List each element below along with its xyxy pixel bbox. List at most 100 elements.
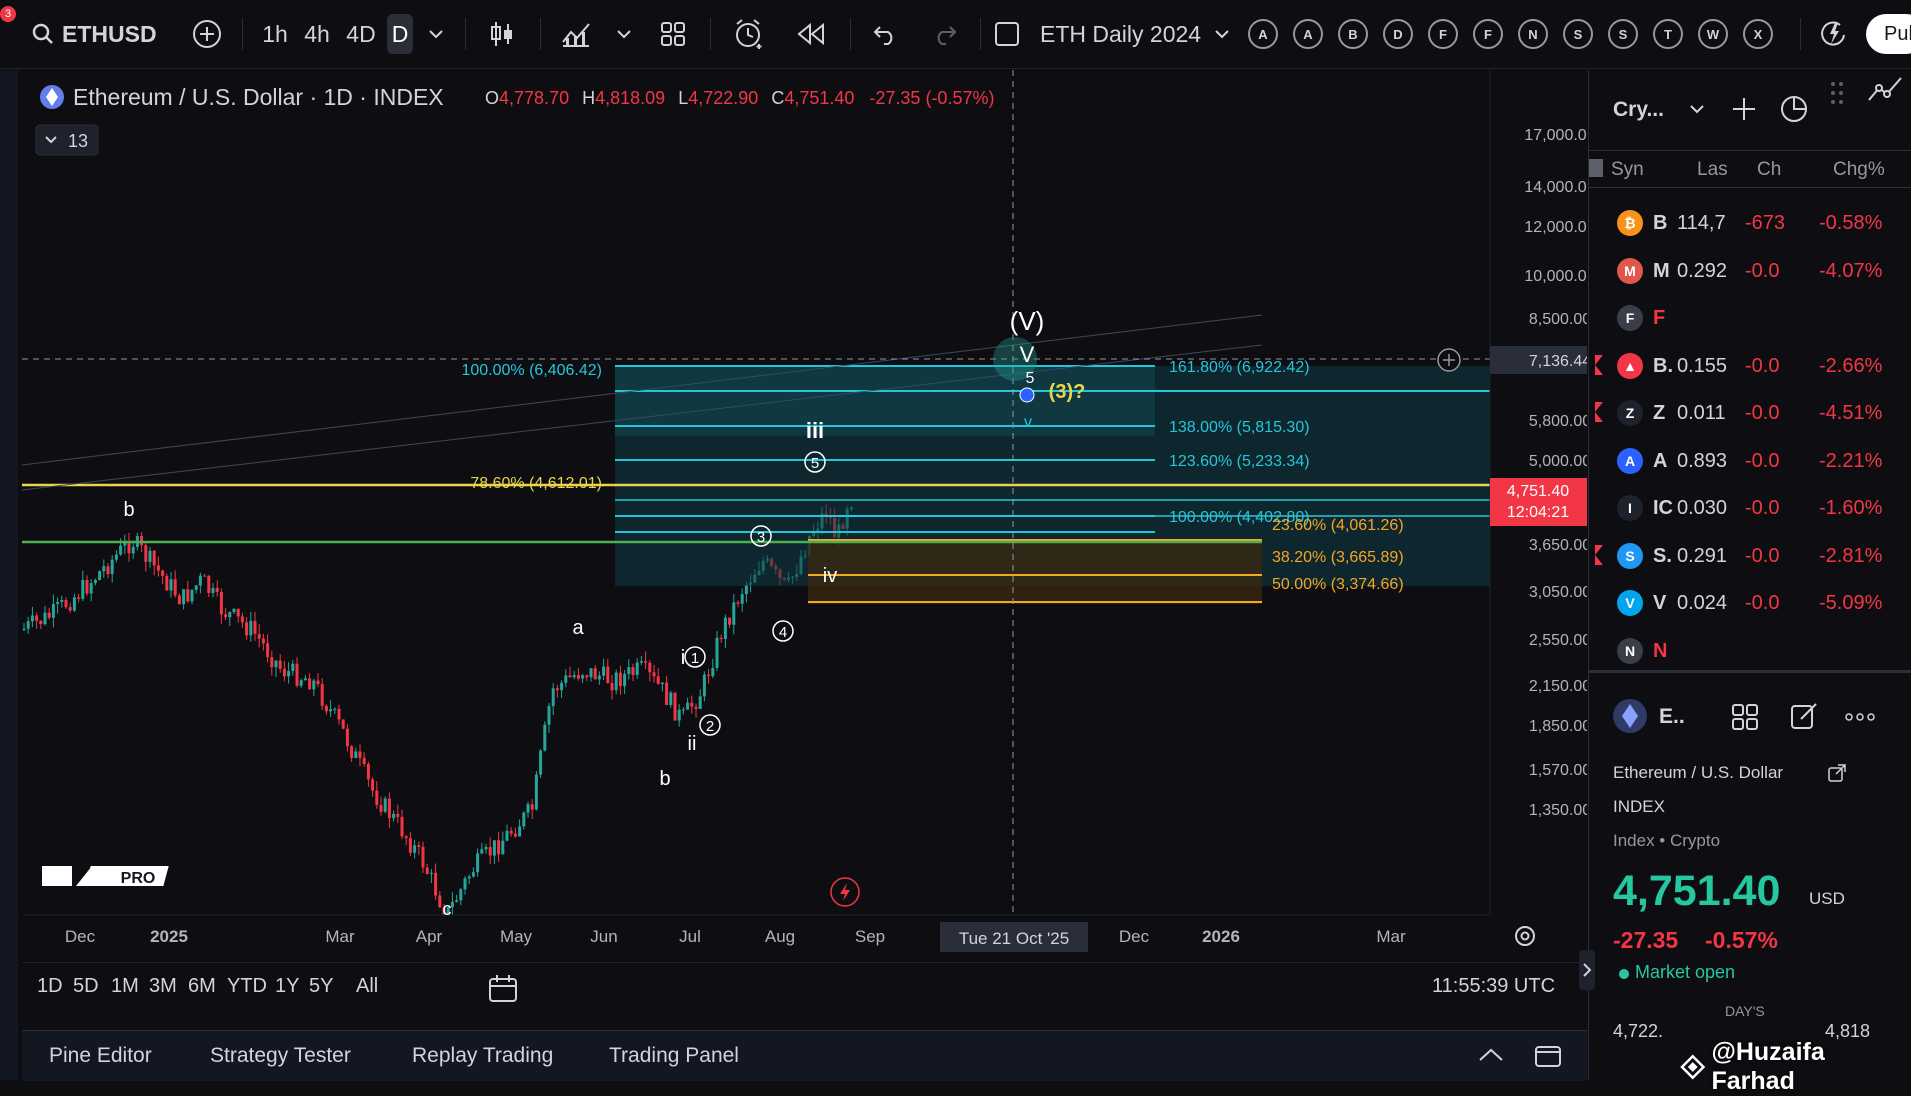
alpha-shortcut-w-10[interactable]: W — [1698, 19, 1728, 49]
indicators-collapse-button[interactable]: 13 — [35, 124, 99, 156]
maximize-panel-button[interactable] — [1534, 1043, 1562, 1074]
watchlist-row[interactable]: S S. 0.291 -0.0 -2.81% — [1589, 533, 1911, 579]
alpha-shortcut-f-5[interactable]: F — [1473, 19, 1503, 49]
alpha-shortcut-x-11[interactable]: X — [1743, 19, 1773, 49]
fib-label-50: 50.00% (3,374.66) — [1272, 576, 1404, 593]
utc-clock[interactable]: 11:55:39 UTC — [1432, 975, 1555, 998]
range-3m[interactable]: 3M — [149, 975, 177, 998]
drawing-toolbar-collapsed[interactable] — [0, 70, 18, 1080]
range-6m[interactable]: 6M — [188, 975, 216, 998]
col-last[interactable]: Las — [1697, 159, 1728, 181]
wave-label-c1: 1 — [691, 650, 699, 667]
col-change[interactable]: Ch — [1757, 159, 1781, 181]
alpha-shortcut-n-6[interactable]: N — [1518, 19, 1548, 49]
notification-badge[interactable]: 3 — [0, 6, 16, 22]
interval-4d[interactable]: 4D — [342, 14, 380, 54]
range-5y[interactable]: 5Y — [309, 975, 333, 998]
collapse-panel-button[interactable] — [1477, 1045, 1505, 1070]
details-short-name[interactable]: E.. — [1659, 705, 1685, 729]
expand-sidebar-button[interactable] — [1579, 950, 1595, 990]
more-options-icon[interactable] — [1845, 713, 1875, 721]
chart-pattern-icon[interactable] — [1865, 70, 1905, 110]
candle-body — [291, 663, 295, 671]
replay-button[interactable] — [793, 14, 829, 54]
range-1m[interactable]: 1M — [111, 975, 139, 998]
candle-body — [602, 666, 606, 676]
flag-icon[interactable] — [1595, 544, 1603, 565]
undo-button[interactable] — [868, 14, 902, 54]
chevron-down-icon[interactable] — [1689, 104, 1705, 114]
indicators-button[interactable] — [558, 14, 594, 54]
date-range-picker-button[interactable] — [487, 973, 521, 1005]
coin-icon: I — [1617, 495, 1643, 521]
compare-add-button[interactable] — [190, 14, 224, 54]
drag-handle-icon[interactable] — [1829, 80, 1845, 106]
layout-name[interactable]: ETH Daily 2024 — [1040, 14, 1210, 54]
layout-checkbox[interactable] — [990, 14, 1024, 54]
interval-4h[interactable]: 4h — [300, 14, 334, 54]
candle-body — [240, 616, 244, 623]
symbol-search-button[interactable]: ETHUSD — [32, 14, 157, 54]
range-1y[interactable]: 1Y — [275, 975, 299, 998]
candle-body — [581, 675, 585, 679]
candle-body — [694, 706, 698, 709]
range-1d[interactable]: 1D — [37, 975, 63, 998]
time-tick-1: 2025 — [150, 927, 188, 946]
alert-button[interactable] — [730, 14, 768, 54]
alpha-shortcut-s-7[interactable]: S — [1563, 19, 1593, 49]
chart-pane[interactable]: 17,000.00 14,000.00 12,000.00 10,000.00 8,50… — [21, 70, 1596, 960]
watchlist-row[interactable]: Z Z 0.011 -0.0 -4.51% — [1589, 390, 1911, 436]
alpha-shortcut-s-8[interactable]: S — [1608, 19, 1638, 49]
interval-dropdown[interactable] — [424, 14, 448, 54]
range-all[interactable]: All — [356, 975, 378, 998]
watchlist-row[interactable]: FF — [1589, 295, 1911, 341]
tab-replay-trading[interactable]: Replay Trading — [412, 1044, 553, 1068]
time-axis[interactable] — [22, 915, 1587, 960]
watchlist-row[interactable]: I IC 0.030 -0.0 -1.60% — [1589, 485, 1911, 531]
edit-icon[interactable] — [1789, 701, 1819, 731]
chart-type-button[interactable] — [485, 14, 519, 54]
publish-button[interactable]: Pul — [1866, 14, 1911, 54]
alpha-shortcut-d-3[interactable]: D — [1383, 19, 1413, 49]
interval-d[interactable]: D — [387, 14, 413, 54]
price-chart[interactable]: 17,000.00 14,000.00 12,000.00 10,000.00 8,50… — [21, 70, 1596, 960]
pie-chart-icon[interactable] — [1779, 92, 1811, 124]
flag-icon[interactable] — [1595, 354, 1603, 375]
external-link-icon[interactable] — [1827, 763, 1847, 783]
tab-trading-panel[interactable]: Trading Panel — [609, 1044, 739, 1068]
watchlist-row[interactable]: ▲ B. 0.155 -0.0 -2.66% — [1589, 343, 1911, 389]
flag-icon[interactable] — [1595, 402, 1603, 422]
alpha-shortcut-t-9[interactable]: T — [1653, 19, 1683, 49]
layout-dropdown[interactable] — [1212, 14, 1232, 54]
range-5d[interactable]: 5D — [73, 975, 99, 998]
fib-retracement-box[interactable] — [808, 540, 1262, 604]
watchlist-row[interactable]: NN — [1589, 628, 1911, 674]
watchlist-row[interactable]: M M 0.292 -0.0 -4.07% — [1589, 248, 1911, 294]
candle-body — [471, 872, 475, 877]
alpha-shortcut-a-0[interactable]: A — [1248, 19, 1278, 49]
col-change-pct[interactable]: Chg% — [1833, 159, 1885, 181]
add-symbol-icon[interactable] — [1731, 96, 1757, 122]
candle-body — [186, 589, 190, 602]
column-resize-handle[interactable] — [1589, 159, 1603, 177]
symbol-legend[interactable]: Ethereum / U.S. Dollar · 1D · INDEX O4,7… — [40, 84, 994, 110]
watchlist-row[interactable]: V V 0.024 -0.0 -5.09% — [1589, 580, 1911, 626]
alpha-shortcut-f-4[interactable]: F — [1428, 19, 1458, 49]
watchlist-row[interactable]: ₿ B 114,7 -673 -0.58% — [1589, 200, 1911, 246]
col-symbol[interactable]: Syn — [1611, 159, 1644, 181]
templates-button[interactable] — [655, 14, 691, 54]
wave-label-5: 5 — [1026, 370, 1035, 387]
grid-icon[interactable] — [1731, 703, 1759, 731]
redo-button[interactable] — [928, 14, 962, 54]
indicators-dropdown[interactable] — [614, 14, 634, 54]
watchlist-row[interactable]: A A 0.893 -0.0 -2.21% — [1589, 438, 1911, 484]
alpha-shortcut-a-1[interactable]: A — [1293, 19, 1323, 49]
alpha-shortcut-b-2[interactable]: B — [1338, 19, 1368, 49]
interval-1h[interactable]: 1h — [258, 14, 292, 54]
tab-pine-editor[interactable]: Pine Editor — [49, 1044, 152, 1068]
range-ytd[interactable]: YTD — [227, 975, 267, 998]
watchlist-title[interactable]: Cry... — [1613, 98, 1664, 122]
quick-search-button[interactable] — [1815, 14, 1851, 54]
tab-strategy-tester[interactable]: Strategy Tester — [210, 1044, 351, 1068]
lightning-icon[interactable] — [830, 877, 860, 907]
